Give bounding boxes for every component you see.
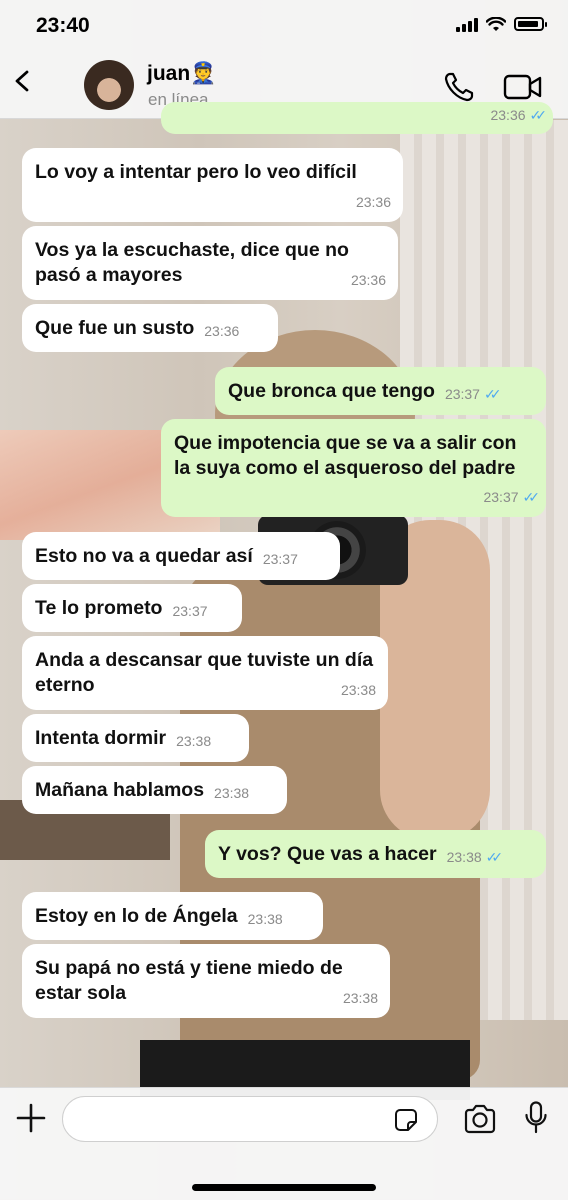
plus-icon[interactable] [16, 1103, 46, 1133]
video-camera-icon[interactable] [503, 72, 543, 102]
message-incoming[interactable]: Estoy en lo de Ángela 23:38 [22, 892, 323, 940]
message-incoming[interactable]: Mañana hablamos 23:38 [22, 766, 287, 814]
chevron-left-icon[interactable] [12, 70, 34, 92]
message-outgoing[interactable]: Y vos? Que vas a hacer 23:38 ✓✓ [205, 830, 546, 878]
message-incoming[interactable]: Vos ya la escuchaste, dice que no pasó a… [22, 226, 398, 300]
message-incoming[interactable]: Su papá no está y tiene miedo de estar s… [22, 944, 390, 1018]
message-input[interactable] [62, 1096, 438, 1142]
cellular-signal-icon [456, 16, 478, 32]
contact-name[interactable]: juan👮 [147, 62, 216, 86]
message-incoming[interactable]: Intenta dormir 23:38 [22, 714, 249, 762]
message-incoming[interactable]: Esto no va a quedar así 23:37 [22, 532, 340, 580]
home-indicator[interactable] [192, 1184, 376, 1191]
message-outgoing[interactable]: 23:36 ✓✓ [161, 102, 553, 134]
camera-icon[interactable] [463, 1104, 497, 1134]
contact-avatar[interactable] [84, 60, 134, 110]
status-icons [456, 16, 547, 32]
sticker-icon[interactable] [394, 1108, 418, 1132]
phone-icon[interactable] [442, 70, 476, 104]
microphone-icon[interactable] [524, 1101, 548, 1135]
status-time: 23:40 [36, 14, 90, 37]
message-incoming[interactable]: Que fue un susto 23:36 [22, 304, 278, 352]
message-incoming[interactable]: Lo voy a intentar pero lo veo difícil 23… [22, 148, 403, 222]
message-outgoing[interactable]: Que impotencia que se va a salir con la … [161, 419, 546, 517]
message-incoming[interactable]: Anda a descansar que tuviste un día eter… [22, 636, 388, 710]
wifi-icon [486, 16, 506, 31]
message-composer [0, 1087, 568, 1200]
message-outgoing[interactable]: Que bronca que tengo 23:37 ✓✓ [215, 367, 546, 415]
message-incoming[interactable]: Te lo prometo 23:37 [22, 584, 242, 632]
battery-icon [514, 17, 547, 31]
